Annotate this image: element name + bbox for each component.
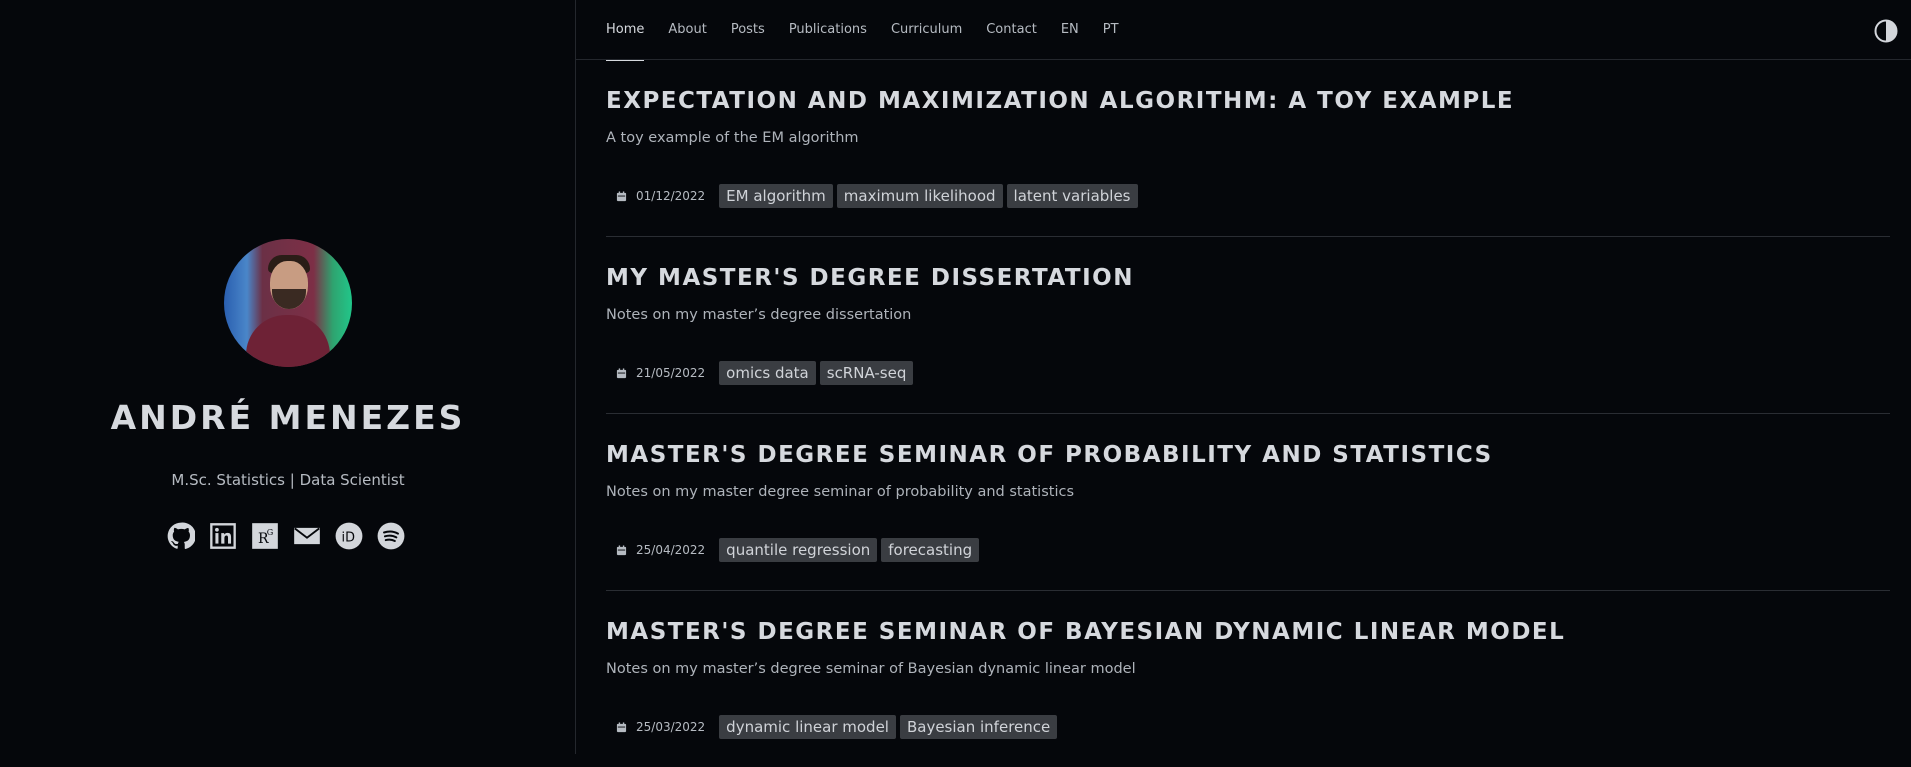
post-summary: Notes on my master’s degree dissertation [606, 307, 912, 323]
svg-text:G: G [267, 527, 274, 537]
post-title[interactable]: MASTER'S DEGREE SEMINAR OF PROBABILITY A… [606, 442, 1493, 468]
post-summary: Notes on my master’s degree seminar of B… [606, 661, 1136, 677]
post-tag[interactable]: scRNA-seq [819, 361, 914, 385]
nav-publications[interactable]: Publications [789, 0, 867, 60]
nav-home[interactable]: Home [606, 0, 645, 61]
calendar-icon [616, 190, 627, 201]
post-meta: 21/05/2022 omics data scRNA-seq [616, 361, 917, 385]
github-icon[interactable] [166, 521, 196, 551]
svg-text:iD: iD [342, 530, 356, 545]
post-date: 21/05/2022 [636, 366, 706, 380]
post-summary: Notes on my master degree seminar of pro… [606, 484, 1074, 500]
post-tag[interactable]: EM algorithm [719, 184, 833, 208]
top-navigation: Home About Posts Publications Curriculum… [576, 0, 1911, 61]
post-item: MASTER'S DEGREE SEMINAR OF PROBABILITY A… [606, 414, 1890, 591]
post-meta: 25/03/2022 dynamic linear model Bayesian… [616, 715, 1061, 739]
author-name: ANDRÉ MENEZES [110, 398, 466, 437]
post-item: MY MASTER'S DEGREE DISSERTATION Notes on… [606, 237, 1890, 414]
social-links: RG iD [166, 521, 406, 551]
nav-language-en[interactable]: EN [1061, 0, 1079, 60]
post-tag[interactable]: Bayesian inference [899, 715, 1058, 739]
post-meta: 25/04/2022 quantile regression forecasti… [616, 538, 983, 562]
avatar [224, 239, 352, 367]
nav-contact[interactable]: Contact [986, 0, 1037, 60]
post-title[interactable]: EXPECTATION AND MAXIMIZATION ALGORITHM: … [606, 88, 1514, 114]
post-tag[interactable]: dynamic linear model [719, 715, 896, 739]
post-summary: A toy example of the EM algorithm [606, 130, 859, 146]
contrast-icon[interactable] [1874, 19, 1898, 43]
nav-about[interactable]: About [668, 0, 706, 60]
calendar-icon [616, 367, 627, 378]
researchgate-icon[interactable]: RG [250, 521, 280, 551]
post-tag[interactable]: omics data [719, 361, 816, 385]
post-date: 01/12/2022 [636, 189, 706, 203]
linkedin-icon[interactable] [208, 521, 238, 551]
post-tag[interactable]: quantile regression [719, 538, 878, 562]
email-icon[interactable] [292, 521, 322, 551]
post-item: MASTER'S DEGREE SEMINAR OF BAYESIAN DYNA… [606, 591, 1890, 767]
post-tag[interactable]: latent variables [1006, 184, 1138, 208]
nav-posts[interactable]: Posts [731, 0, 765, 60]
post-title[interactable]: MASTER'S DEGREE SEMINAR OF BAYESIAN DYNA… [606, 619, 1565, 645]
post-title[interactable]: MY MASTER'S DEGREE DISSERTATION [606, 265, 1134, 291]
spotify-icon[interactable] [376, 521, 406, 551]
post-item: EXPECTATION AND MAXIMIZATION ALGORITHM: … [606, 60, 1890, 237]
post-tag[interactable]: maximum likelihood [836, 184, 1003, 208]
nav-links: Home About Posts Publications Curriculum… [606, 0, 1143, 61]
calendar-icon [616, 721, 627, 732]
sidebar: ANDRÉ MENEZES M.Sc. Statistics | Data Sc… [0, 0, 576, 754]
nav-curriculum[interactable]: Curriculum [891, 0, 962, 60]
nav-language-pt[interactable]: PT [1103, 0, 1119, 60]
post-date: 25/03/2022 [636, 720, 706, 734]
post-date: 25/04/2022 [636, 543, 706, 557]
author-description: M.Sc. Statistics | Data Scientist [171, 471, 405, 489]
orcid-icon[interactable]: iD [334, 521, 364, 551]
calendar-icon [616, 544, 627, 555]
post-tag[interactable]: forecasting [881, 538, 980, 562]
post-meta: 01/12/2022 EM algorithm maximum likeliho… [616, 184, 1142, 208]
post-list: EXPECTATION AND MAXIMIZATION ALGORITHM: … [606, 60, 1890, 767]
